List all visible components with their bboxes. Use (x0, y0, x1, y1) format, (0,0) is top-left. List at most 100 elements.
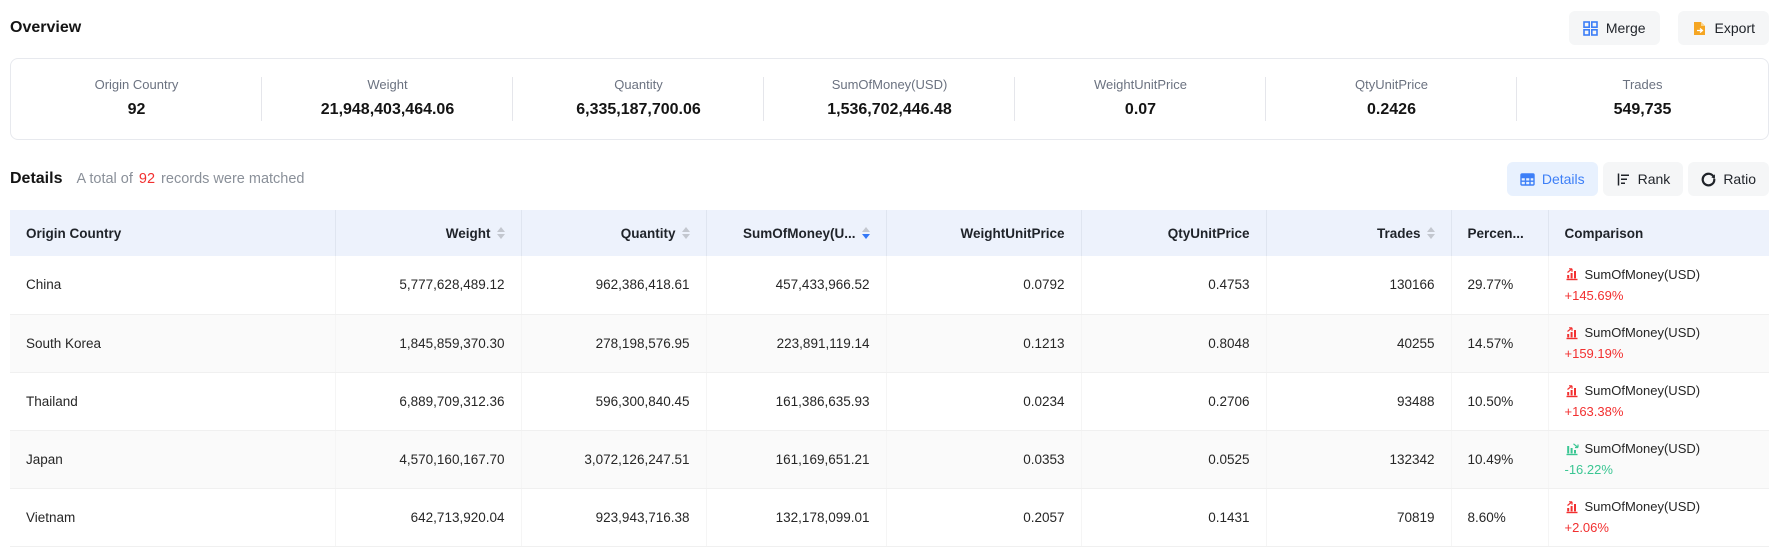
stat-value: 549,735 (1525, 97, 1760, 123)
sort-carets-icon[interactable] (682, 227, 690, 239)
topbar-actions: Merge Export (1569, 11, 1769, 45)
comparison-metric: SumOfMoney(USD) (1585, 380, 1701, 401)
table-grid-icon (1520, 172, 1535, 187)
stat-weight: Weight 21,948,403,464.06 (262, 73, 513, 125)
cell-comparison: SumOfMoney(USD) +159.19% (1548, 314, 1769, 372)
cell-country: China (10, 256, 335, 314)
cell-comparison: SumOfMoney(USD) +145.69% (1548, 256, 1769, 314)
stat-label: Origin Country (19, 75, 254, 95)
cell-comparison: SumOfMoney(USD) +163.38% (1548, 372, 1769, 430)
merge-button[interactable]: Merge (1569, 11, 1660, 45)
stat-label: QtyUnitPrice (1274, 75, 1509, 95)
table-row: Japan 4,570,160,167.70 3,072,126,247.51 … (10, 430, 1769, 488)
stat-label: Weight (270, 75, 505, 95)
comparison-metric: SumOfMoney(USD) (1585, 496, 1701, 517)
cell-country: South Korea (10, 314, 335, 372)
cell-weight-unit-price: 0.0792 (886, 256, 1081, 314)
page: Overview Merge (0, 0, 1779, 547)
stat-quantity: Quantity 6,335,187,700.06 (513, 73, 764, 125)
comparison-change: -16.22% (1565, 459, 1754, 480)
merge-button-label: Merge (1606, 20, 1646, 36)
cell-percentage: 10.49% (1451, 430, 1548, 488)
details-heading: Details A total of92records were matched (10, 170, 305, 188)
cell-qty-unit-price: 0.1431 (1081, 488, 1266, 546)
stat-label: Quantity (521, 75, 756, 95)
stat-weight-unit-price: WeightUnitPrice 0.07 (1015, 73, 1266, 125)
merge-icon (1583, 21, 1598, 36)
table-row: China 5,777,628,489.12 962,386,418.61 45… (10, 256, 1769, 314)
trend-up-icon (1565, 267, 1579, 281)
cell-trades: 130166 (1266, 256, 1451, 314)
export-button-label: Export (1715, 20, 1755, 36)
sort-carets-icon[interactable] (862, 227, 870, 239)
cell-sum-of-money: 223,891,119.14 (706, 314, 886, 372)
cell-percentage: 10.50% (1451, 372, 1548, 430)
tab-rank[interactable]: Rank (1603, 162, 1684, 196)
cell-comparison: SumOfMoney(USD) +2.06% (1548, 488, 1769, 546)
subtitle-prefix: A total of (76, 171, 132, 187)
cell-qty-unit-price: 0.0525 (1081, 430, 1266, 488)
comparison-block: SumOfMoney(USD) +159.19% (1565, 322, 1754, 364)
trend-up-icon (1565, 500, 1579, 514)
sort-carets-icon[interactable] (1427, 227, 1435, 239)
comparison-change: +145.69% (1565, 285, 1754, 306)
stat-label: SumOfMoney(USD) (772, 75, 1007, 95)
cell-weight-unit-price: 0.2057 (886, 488, 1081, 546)
details-bar: Details A total of92records were matched… (10, 162, 1769, 196)
cell-qty-unit-price: 0.8048 (1081, 314, 1266, 372)
trend-up-icon (1565, 326, 1579, 340)
comparison-change: +163.38% (1565, 401, 1754, 422)
col-header-trades[interactable]: Trades (1266, 210, 1451, 256)
export-icon (1692, 21, 1707, 36)
cell-weight: 1,845,859,370.30 (335, 314, 521, 372)
cell-trades: 132342 (1266, 430, 1451, 488)
cell-quantity: 962,386,418.61 (521, 256, 706, 314)
cell-quantity: 278,198,576.95 (521, 314, 706, 372)
trend-down-icon (1565, 442, 1579, 456)
cell-country: Vietnam (10, 488, 335, 546)
col-header-percentage: Percen... (1451, 210, 1548, 256)
details-subtitle: A total of92records were matched (76, 171, 304, 187)
cell-quantity: 3,072,126,247.51 (521, 430, 706, 488)
rank-icon (1616, 172, 1631, 187)
cell-qty-unit-price: 0.4753 (1081, 256, 1266, 314)
cell-weight: 642,713,920.04 (335, 488, 521, 546)
tab-ratio[interactable]: Ratio (1688, 162, 1769, 196)
col-header-weight-unit-price: WeightUnitPrice (886, 210, 1081, 256)
comparison-block: SumOfMoney(USD) +2.06% (1565, 496, 1754, 538)
stat-value: 0.2426 (1274, 97, 1509, 123)
stat-label: WeightUnitPrice (1023, 75, 1258, 95)
col-header-sum-of-money[interactable]: SumOfMoney(U... (706, 210, 886, 256)
cell-trades: 70819 (1266, 488, 1451, 546)
comparison-metric: SumOfMoney(USD) (1585, 322, 1701, 343)
col-header-weight[interactable]: Weight (335, 210, 521, 256)
table-row: South Korea 1,845,859,370.30 278,198,576… (10, 314, 1769, 372)
col-header-origin-country: Origin Country (10, 210, 335, 256)
subtitle-suffix: records were matched (161, 171, 304, 187)
view-switch: Details Rank Ratio (1507, 162, 1769, 196)
tab-details[interactable]: Details (1507, 162, 1598, 196)
table-row: Vietnam 642,713,920.04 923,943,716.38 13… (10, 488, 1769, 546)
stat-value: 21,948,403,464.06 (270, 97, 505, 123)
cell-comparison: SumOfMoney(USD) -16.22% (1548, 430, 1769, 488)
stat-trades: Trades 549,735 (1517, 73, 1768, 125)
col-header-comparison: Comparison (1548, 210, 1769, 256)
tab-rank-label: Rank (1638, 171, 1671, 187)
topbar: Overview Merge (10, 10, 1769, 46)
cell-country: Japan (10, 430, 335, 488)
sort-carets-icon[interactable] (497, 227, 505, 239)
cell-sum-of-money: 457,433,966.52 (706, 256, 886, 314)
overview-title: Overview (10, 19, 81, 37)
cell-country: Thailand (10, 372, 335, 430)
comparison-change: +159.19% (1565, 343, 1754, 364)
col-header-quantity[interactable]: Quantity (521, 210, 706, 256)
ratio-icon (1701, 172, 1716, 187)
comparison-metric: SumOfMoney(USD) (1585, 438, 1701, 459)
cell-weight-unit-price: 0.1213 (886, 314, 1081, 372)
trend-up-icon (1565, 384, 1579, 398)
stat-qty-unit-price: QtyUnitPrice 0.2426 (1266, 73, 1517, 125)
tab-ratio-label: Ratio (1723, 171, 1756, 187)
export-button[interactable]: Export (1678, 11, 1769, 45)
cell-quantity: 596,300,840.45 (521, 372, 706, 430)
details-table: Origin Country Weight Quantity SumOfMone… (10, 210, 1769, 547)
